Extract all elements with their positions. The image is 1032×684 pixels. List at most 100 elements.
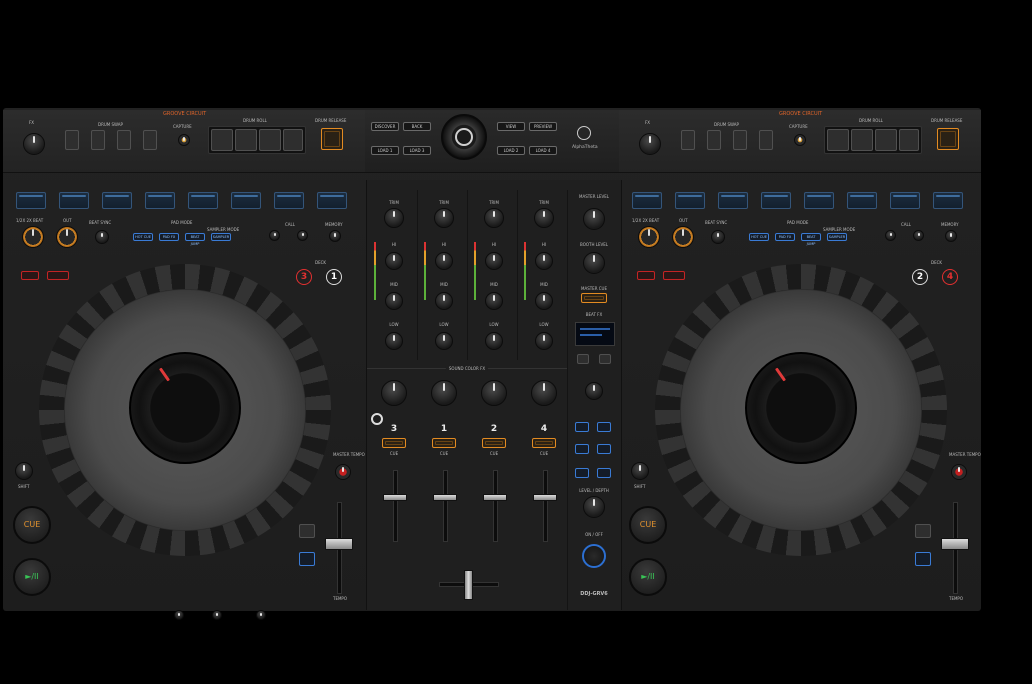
beat-sync-button[interactable] bbox=[95, 230, 109, 244]
channel-cue-button-3[interactable] bbox=[382, 438, 406, 448]
loop-in-knob-right[interactable] bbox=[638, 226, 660, 248]
deck-4-indicator[interactable]: 4 bbox=[942, 269, 958, 285]
load-4-button[interactable]: LOAD 4 bbox=[529, 146, 557, 155]
beat-fx-channel-button-5[interactable] bbox=[575, 468, 589, 478]
drum-swap-pad-2[interactable] bbox=[91, 130, 105, 150]
loop-out-knob-right[interactable] bbox=[672, 226, 694, 248]
eq-mid-knob-4[interactable] bbox=[535, 292, 553, 310]
beat-fx-channel-button-4[interactable] bbox=[597, 444, 611, 454]
left-censor-button[interactable] bbox=[21, 271, 39, 280]
loop-out-knob[interactable] bbox=[56, 226, 78, 248]
channel-fader-1[interactable] bbox=[433, 494, 457, 501]
eq-mid-knob-2[interactable] bbox=[485, 292, 503, 310]
beat-fx-left-button[interactable] bbox=[577, 354, 589, 364]
drum-roll-pad-4[interactable] bbox=[283, 129, 303, 151]
load-1-button[interactable]: LOAD 1 bbox=[371, 146, 399, 155]
right-shift-fx-button[interactable] bbox=[663, 271, 685, 280]
key-sync-button[interactable] bbox=[299, 524, 315, 538]
memory-button[interactable] bbox=[329, 230, 341, 242]
drum-swap-pad-right-3[interactable] bbox=[733, 130, 747, 150]
discover-button[interactable]: DISCOVER bbox=[371, 122, 399, 131]
beat-jump-mode-button[interactable]: BEAT JUMP bbox=[185, 233, 205, 246]
drum-release-button-right[interactable] bbox=[937, 128, 959, 150]
beat-fx-channel-button-2[interactable] bbox=[597, 422, 611, 432]
preview-button[interactable]: PREVIEW bbox=[529, 122, 557, 131]
eq-hi-knob-3[interactable] bbox=[385, 252, 403, 270]
call-back-button[interactable] bbox=[269, 230, 280, 241]
eq-low-knob-2[interactable] bbox=[485, 332, 503, 350]
pad-fx-mode-button[interactable]: PAD FX bbox=[159, 233, 179, 241]
eq-low-knob-1[interactable] bbox=[435, 332, 453, 350]
channel-fader-2[interactable] bbox=[483, 494, 507, 501]
color-fx-knob-2[interactable] bbox=[481, 380, 507, 406]
memory-button-right[interactable] bbox=[945, 230, 957, 242]
master-cue-button[interactable] bbox=[581, 293, 607, 303]
pad-right-4[interactable] bbox=[761, 192, 791, 209]
hot-cue-mode-button-right[interactable]: HOT CUE bbox=[749, 233, 769, 241]
key-shift-button-right[interactable] bbox=[915, 552, 931, 566]
pad-right-3[interactable] bbox=[718, 192, 748, 209]
color-fx-knob-4[interactable] bbox=[531, 380, 557, 406]
eq-mid-knob-1[interactable] bbox=[435, 292, 453, 310]
load-2-button[interactable]: LOAD 2 bbox=[497, 146, 525, 155]
trim-knob-3[interactable] bbox=[384, 208, 404, 228]
channel-cue-button-4[interactable] bbox=[532, 438, 556, 448]
drum-swap-pad-right-2[interactable] bbox=[707, 130, 721, 150]
eq-hi-knob-2[interactable] bbox=[485, 252, 503, 270]
groove-fx-knob[interactable] bbox=[23, 133, 45, 155]
cue-button[interactable]: CUE bbox=[13, 506, 51, 544]
pad-right-6[interactable] bbox=[847, 192, 877, 209]
pad-7[interactable] bbox=[274, 192, 304, 209]
shift-button[interactable] bbox=[15, 462, 33, 480]
beat-fx-channel-button-1[interactable] bbox=[575, 422, 589, 432]
pad-right-8[interactable] bbox=[933, 192, 963, 209]
groove-fx-knob-right[interactable] bbox=[639, 133, 661, 155]
pad-3[interactable] bbox=[102, 192, 132, 209]
view-button[interactable]: VIEW bbox=[497, 122, 525, 131]
load-3-button[interactable]: LOAD 3 bbox=[403, 146, 431, 155]
eq-low-knob-3[interactable] bbox=[385, 332, 403, 350]
drum-swap-pad-right-4[interactable] bbox=[759, 130, 773, 150]
key-shift-button[interactable] bbox=[299, 552, 315, 566]
level-depth-knob[interactable] bbox=[583, 496, 605, 518]
drum-swap-pad-right-1[interactable] bbox=[681, 130, 695, 150]
fx-on-off-button[interactable] bbox=[582, 544, 606, 568]
capture-button[interactable] bbox=[178, 134, 190, 146]
eq-low-knob-4[interactable] bbox=[535, 332, 553, 350]
sampler-mode-button-right[interactable]: SAMPLER bbox=[827, 233, 847, 241]
drum-roll-pad-2[interactable] bbox=[235, 129, 257, 151]
front-knob-3[interactable] bbox=[256, 610, 266, 620]
drum-roll-pad-right-4[interactable] bbox=[899, 129, 919, 151]
pad-2[interactable] bbox=[59, 192, 89, 209]
drum-roll-pad-right-2[interactable] bbox=[851, 129, 873, 151]
channel-fader-4[interactable] bbox=[533, 494, 557, 501]
eq-mid-knob-3[interactable] bbox=[385, 292, 403, 310]
pad-8[interactable] bbox=[317, 192, 347, 209]
trim-knob-1[interactable] bbox=[434, 208, 454, 228]
pad-right-5[interactable] bbox=[804, 192, 834, 209]
deck-2-indicator[interactable]: 2 bbox=[912, 269, 928, 285]
master-tempo-button-right[interactable] bbox=[951, 464, 967, 480]
color-fx-select-button[interactable] bbox=[371, 413, 383, 425]
booth-level-knob[interactable] bbox=[583, 252, 605, 274]
pad-right-1[interactable] bbox=[632, 192, 662, 209]
sampler-mode-button[interactable]: SAMPLER bbox=[211, 233, 231, 241]
call-forward-button[interactable] bbox=[297, 230, 308, 241]
master-level-knob[interactable] bbox=[583, 208, 605, 230]
loop-in-knob[interactable] bbox=[22, 226, 44, 248]
call-forward-button-right[interactable] bbox=[913, 230, 924, 241]
shift-button-right[interactable] bbox=[631, 462, 649, 480]
beat-fx-channel-button-3[interactable] bbox=[575, 444, 589, 454]
drum-roll-pad-right-1[interactable] bbox=[827, 129, 849, 151]
front-knob-2[interactable] bbox=[212, 610, 222, 620]
beat-jump-mode-button-right[interactable]: BEAT JUMP bbox=[801, 233, 821, 246]
drum-roll-pad-1[interactable] bbox=[211, 129, 233, 151]
crossfader[interactable] bbox=[464, 570, 473, 600]
channel-fader-3[interactable] bbox=[383, 494, 407, 501]
tempo-fader-right[interactable] bbox=[941, 538, 969, 550]
trim-knob-2[interactable] bbox=[484, 208, 504, 228]
color-fx-knob-3[interactable] bbox=[381, 380, 407, 406]
beat-fx-right-button[interactable] bbox=[599, 354, 611, 364]
play-pause-button-right[interactable]: ►/II bbox=[629, 558, 667, 596]
cue-button-right[interactable]: CUE bbox=[629, 506, 667, 544]
